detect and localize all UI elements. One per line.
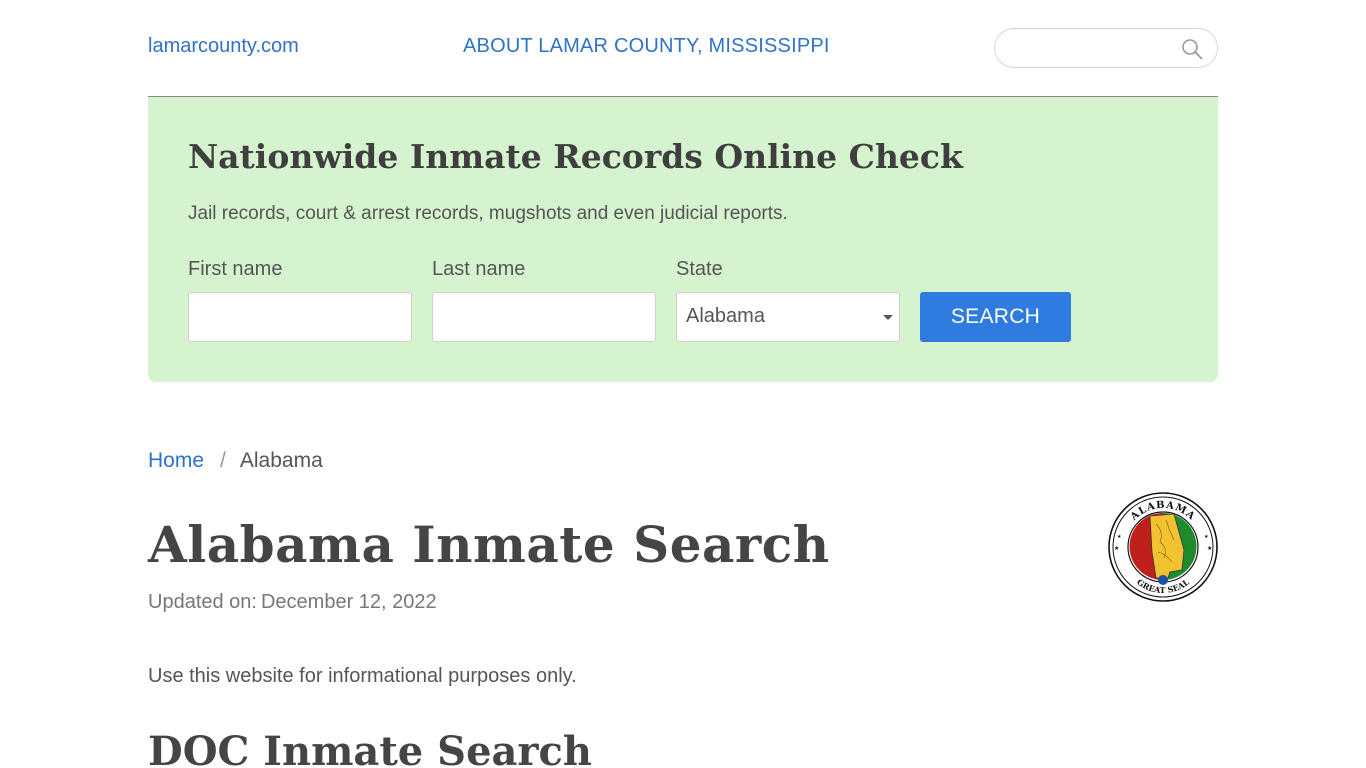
last-name-label: Last name	[432, 258, 526, 280]
section-title: DOC Inmate Search	[148, 728, 592, 768]
alabama-seal-icon: ALABAMA GREAT SEAL ★ ★ ★ ★	[1108, 492, 1218, 602]
last-name-input[interactable]	[432, 292, 656, 342]
svg-text:★: ★	[1204, 534, 1209, 540]
breadcrumb-current: Alabama	[239, 449, 323, 472]
info-text: Use this website for informational purpo…	[148, 665, 577, 687]
first-name-input[interactable]	[188, 292, 412, 342]
updated-date-value: December 12, 2022	[260, 591, 437, 613]
panel-subtitle: Jail records, court & arrest records, mu…	[188, 203, 788, 224]
updated-date: Updated on: December 12, 2022	[148, 591, 437, 614]
header-search-input[interactable]	[1009, 37, 1169, 59]
first-name-label: First name	[188, 258, 283, 280]
state-label: State	[676, 258, 723, 280]
about-link[interactable]: ABOUT LAMAR COUNTY, MISSISSIPPI	[463, 35, 830, 58]
svg-text:★: ★	[1117, 534, 1122, 540]
state-select[interactable]: Alabama	[676, 292, 900, 342]
search-button[interactable]: SEARCH	[920, 292, 1071, 342]
page: lamarcounty.com ABOUT LAMAR COUNTY, MISS…	[0, 0, 1366, 768]
state-select-value: Alabama	[686, 305, 765, 327]
page-title: Alabama Inmate Search	[148, 515, 830, 574]
updated-label: Updated on:	[148, 591, 257, 613]
svg-text:★: ★	[1114, 545, 1119, 552]
search-icon[interactable]	[1181, 38, 1203, 60]
header-search-box[interactable]	[994, 28, 1218, 68]
breadcrumb: Home / Alabama	[148, 449, 323, 473]
chevron-down-icon	[883, 315, 893, 320]
svg-text:★: ★	[1207, 545, 1212, 552]
inmate-search-panel: Nationwide Inmate Records Online Check J…	[148, 97, 1218, 382]
breadcrumb-separator: /	[220, 449, 226, 472]
site-header: lamarcounty.com ABOUT LAMAR COUNTY, MISS…	[148, 0, 1218, 97]
panel-title: Nationwide Inmate Records Online Check	[188, 137, 963, 176]
breadcrumb-home-link[interactable]: Home	[148, 449, 204, 472]
site-home-link[interactable]: lamarcounty.com	[148, 35, 299, 58]
